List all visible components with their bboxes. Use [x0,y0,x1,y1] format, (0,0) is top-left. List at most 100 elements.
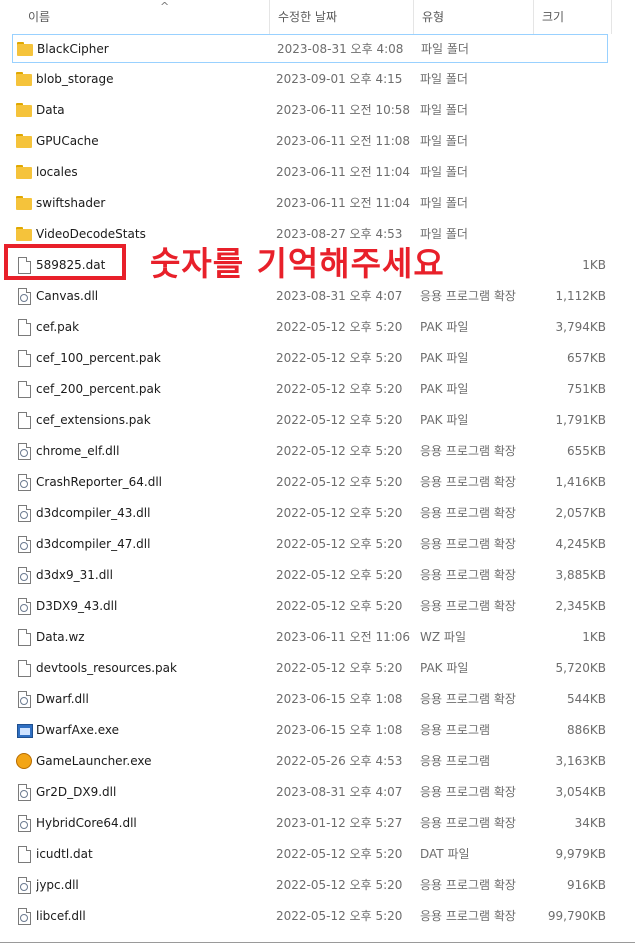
file-icon [16,350,32,367]
dll-icon [16,443,32,460]
file-date: 2023-06-11 오전 11:06 [276,630,411,644]
file-size: 2,345KB [555,599,606,613]
file-icon [16,660,32,677]
annotation-text: 숫자를 기억해주세요 [150,244,445,283]
file-name: blob_storage [36,72,114,86]
file-row[interactable]: cef_extensions.pak 2022-05-12 오후 5:20 PAK … [12,406,608,435]
file-name: swiftshader [36,196,106,210]
file-size [513,35,607,64]
file-name: cef_extensions.pak [36,413,151,427]
file-size: 1,416KB [555,475,606,489]
file-icon [16,846,32,863]
file-size: 657KB [566,351,606,365]
column-header-date[interactable]: 수정한 날짜 [270,0,414,34]
file-size: 1KB [582,630,606,644]
file-date: 2023-09-01 오후 4:15 [276,72,403,86]
file-row[interactable]: Data 2023-06-11 오전 10:58 파일 폴더 [12,96,608,125]
file-row[interactable]: chrome_elf.dll 2022-05-12 오후 5:20 응용 프로그램 … [12,437,608,466]
file-icon [16,381,32,398]
file-name: d3dcompiler_43.dll [36,506,151,520]
column-header-name[interactable]: 이름 ^ [20,0,270,34]
file-row[interactable]: locales 2023-06-11 오전 11:04 파일 폴더 [12,158,608,187]
dll-icon [16,784,32,801]
dll-icon [16,691,32,708]
dll-icon [16,877,32,894]
file-row[interactable]: Gr2D_DX9.dll 2023-08-31 오후 4:07 응용 프로그램 확장… [12,778,608,807]
column-header-size[interactable]: 크기 [534,0,612,34]
file-name: Data [36,103,65,117]
file-row[interactable]: jypc.dll 2022-05-12 오후 5:20 응용 프로그램 확장 916K… [12,871,608,900]
sort-ascending-icon: ^ [160,0,170,13]
file-row[interactable]: Dwarf.dll 2023-06-15 오후 1:08 응용 프로그램 확장 544… [12,685,608,714]
file-row[interactable]: d3dcompiler_47.dll 2022-05-12 오후 5:20 응용 프… [12,530,608,559]
file-date: 2023-08-31 오후 4:07 [276,289,403,303]
column-size-label: 크기 [542,10,565,24]
folder-icon [16,102,32,118]
file-row[interactable]: icudtl.dat 2022-05-12 오후 5:20 DAT 파일 9,979K… [12,840,608,869]
file-row[interactable]: swiftshader 2023-06-11 오전 11:04 파일 폴더 [12,189,608,218]
file-size: 886KB [566,723,606,737]
file-size: 9,979KB [555,847,606,861]
file-size [512,189,606,218]
column-type-label: 유형 [422,10,445,24]
file-name: GameLauncher.exe [36,754,152,768]
file-date: 2023-06-11 오전 11:04 [276,165,411,179]
file-name: Canvas.dll [36,289,99,303]
file-row[interactable]: CrashReporter_64.dll 2022-05-12 오후 5:20 응용… [12,468,608,497]
file-name: Gr2D_DX9.dll [36,785,117,799]
file-size [512,220,606,249]
file-row[interactable]: cef_100_percent.pak 2022-05-12 오후 5:20 PAK… [12,344,608,373]
folder-icon [16,71,32,87]
file-row[interactable]: d3dcompiler_43.dll 2022-05-12 오후 5:20 응용 프… [12,499,608,528]
file-size: 544KB [566,692,606,706]
file-date: 2023-06-11 오전 11:08 [276,134,411,148]
file-date: 2023-06-11 오전 11:04 [276,196,411,210]
game-icon [16,753,32,769]
file-size [512,65,606,94]
file-size: 4,245KB [555,537,606,551]
file-date: 2022-05-12 오후 5:20 [276,909,403,923]
file-date: 2023-06-11 오전 10:58 [276,103,411,117]
file-name: icudtl.dat [36,847,93,861]
column-header-type[interactable]: 유형 [414,0,534,34]
file-size: 3,794KB [555,320,606,334]
file-row[interactable]: GameLauncher.exe 2022-05-26 오후 4:53 응용 프로그… [12,747,608,776]
file-row[interactable]: BlackCipher 2023-08-31 오후 4:08 파일 폴더 [12,34,608,63]
file-size [512,127,606,156]
file-date: 2022-05-12 오후 5:20 [276,444,403,458]
file-row[interactable]: D3DX9_43.dll 2022-05-12 오후 5:20 응용 프로그램 확장… [12,592,608,621]
dll-icon [16,474,32,491]
file-row[interactable]: HybridCore64.dll 2023-01-12 오후 5:27 응용 프로그… [12,809,608,838]
file-row[interactable]: devtools_resources.pak 2022-05-12 오후 5:20… [12,654,608,683]
file-date: 2023-08-31 오후 4:08 [277,42,404,56]
dll-icon [16,567,32,584]
file-date: 2022-05-12 오후 5:20 [276,537,403,551]
file-row[interactable]: GPUCache 2023-06-11 오전 11:08 파일 폴더 [12,127,608,156]
file-icon [16,412,32,429]
dll-icon [16,598,32,615]
file-icon [16,319,32,336]
file-row[interactable]: blob_storage 2023-09-01 오후 4:15 파일 폴더 [12,65,608,94]
file-date: 2022-05-12 오후 5:20 [276,382,403,396]
file-row[interactable]: Data.wz 2023-06-11 오전 11:06 WZ 파일 1KB [12,623,608,652]
file-row[interactable]: Canvas.dll 2023-08-31 오후 4:07 응용 프로그램 확장 1,… [12,282,608,311]
file-name: d3dx9_31.dll [36,568,113,582]
file-name: Dwarf.dll [36,692,89,706]
file-row[interactable]: d3dx9_31.dll 2022-05-12 오후 5:20 응용 프로그램 확장… [12,561,608,590]
column-header-bar: 이름 ^ 수정한 날짜 유형 크기 [0,0,635,34]
file-size: 3,054KB [555,785,606,799]
column-date-label: 수정한 날짜 [278,10,338,24]
file-date: 2022-05-12 오후 5:20 [276,878,403,892]
folder-icon [16,133,32,149]
file-date: 2023-06-15 오후 1:08 [276,692,403,706]
file-name: locales [36,165,78,179]
file-row[interactable]: DwarfAxe.exe 2023-06-15 오후 1:08 응용 프로그램 886… [12,716,608,745]
file-row[interactable]: cef.pak 2022-05-12 오후 5:20 PAK 파일 3,794KB [12,313,608,342]
file-date: 2022-05-12 오후 5:20 [276,847,403,861]
file-name: DwarfAxe.exe [36,723,119,737]
file-row[interactable]: libcef.dll 2022-05-12 오후 5:20 응용 프로그램 확장 99… [12,902,608,931]
file-size: 3,163KB [555,754,606,768]
file-size: 1,791KB [555,413,606,427]
file-row[interactable]: cef_200_percent.pak 2022-05-12 오후 5:20 PAK… [12,375,608,404]
file-date: 2022-05-26 오후 4:53 [276,754,403,768]
